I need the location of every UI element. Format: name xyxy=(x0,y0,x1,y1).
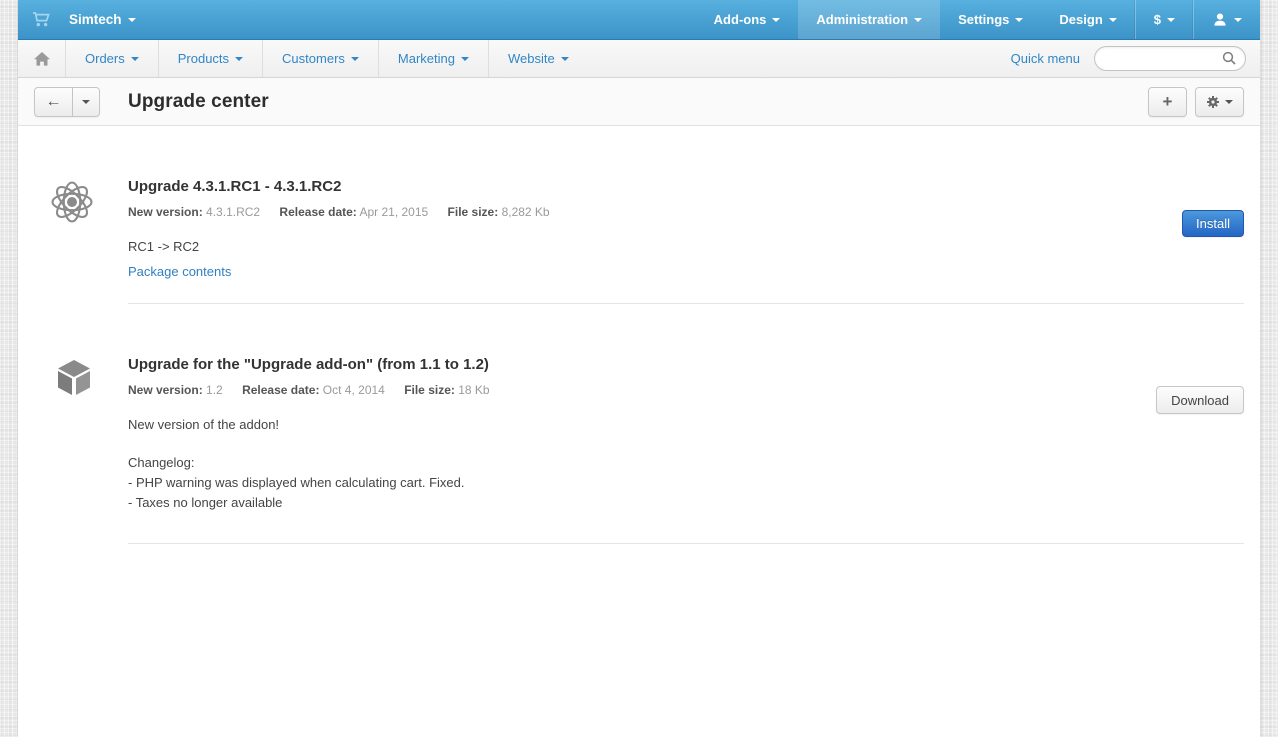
user-menu[interactable] xyxy=(1193,0,1260,39)
atom-icon xyxy=(50,180,94,224)
entry-changelog: Changelog: - PHP warning was displayed w… xyxy=(128,453,1156,513)
settings-button[interactable] xyxy=(1195,87,1244,117)
topnav-item-label: Settings xyxy=(958,12,1009,27)
subnav-item-customers[interactable]: Customers xyxy=(263,40,379,77)
changelog-item: - PHP warning was displayed when calcula… xyxy=(128,473,1156,493)
entry-action-col: Install xyxy=(1182,178,1244,281)
topnav-spacer xyxy=(150,0,696,39)
caret-down-icon xyxy=(131,57,139,61)
upgrade-entry-core: Upgrade 4.3.1.RC1 - 4.3.1.RC2 New versio… xyxy=(34,178,1244,281)
user-icon xyxy=(1212,12,1228,27)
topnav-item-design[interactable]: Design xyxy=(1041,0,1134,39)
entry-action-col: Download xyxy=(1156,356,1244,513)
subnav-item-label: Orders xyxy=(85,51,125,66)
upgrade-entry-addon: Upgrade for the "Upgrade add-on" (from 1… xyxy=(34,356,1244,513)
entry-meta: New version: 1.2 Release date: Oct 4, 20… xyxy=(128,383,1156,397)
add-button[interactable]: + xyxy=(1148,87,1187,117)
topnav-item-addons[interactable]: Add-ons xyxy=(696,0,799,39)
entry-icon-col xyxy=(34,356,128,513)
caret-down-icon xyxy=(1225,100,1233,104)
currency-label: $ xyxy=(1154,12,1161,27)
cart-icon xyxy=(32,11,51,28)
gear-icon xyxy=(1206,95,1220,109)
cube-icon xyxy=(50,358,94,398)
changelog-title: Changelog: xyxy=(128,453,1156,473)
caret-down-icon xyxy=(461,57,469,61)
caret-down-icon xyxy=(235,57,243,61)
entry-body: Upgrade 4.3.1.RC1 - 4.3.1.RC2 New versio… xyxy=(128,178,1182,281)
entry-description: RC1 -> RC2 xyxy=(128,237,1182,257)
home-icon xyxy=(34,52,50,66)
search-icon xyxy=(1222,51,1237,71)
upgrade-list: Upgrade 4.3.1.RC1 - 4.3.1.RC2 New versio… xyxy=(18,126,1260,544)
entry-body: Upgrade for the "Upgrade add-on" (from 1… xyxy=(128,356,1156,513)
subnav-item-label: Marketing xyxy=(398,51,455,66)
page-container: Simtech Add-ons Administration Settings … xyxy=(18,0,1260,737)
meta-release-date: Release date: Oct 4, 2014 xyxy=(242,383,388,397)
main-panel: ← Upgrade center + xyxy=(18,78,1260,737)
package-contents-link[interactable]: Package contents xyxy=(128,264,231,279)
page-title: Upgrade center xyxy=(128,91,269,113)
entry-icon-col xyxy=(34,178,128,281)
entry-meta: New version: 4.3.1.RC2 Release date: Apr… xyxy=(128,205,1182,219)
topnav-item-label: Add-ons xyxy=(714,12,767,27)
download-button[interactable]: Download xyxy=(1156,386,1244,414)
currency-menu[interactable]: $ xyxy=(1135,0,1193,39)
subnav-item-label: Website xyxy=(508,51,555,66)
home-button[interactable] xyxy=(18,40,66,77)
back-button-group: ← xyxy=(34,87,100,117)
caret-down-icon xyxy=(1234,18,1242,22)
divider xyxy=(128,543,1244,544)
entry-title: Upgrade 4.3.1.RC1 - 4.3.1.RC2 xyxy=(128,178,1182,195)
quick-menu-link[interactable]: Quick menu xyxy=(1011,51,1080,66)
entry-title: Upgrade for the "Upgrade add-on" (from 1… xyxy=(128,356,1156,373)
page-header: ← Upgrade center + xyxy=(18,78,1260,126)
subnav-right: Quick menu xyxy=(1011,40,1260,77)
changelog-item: - Taxes no longer available xyxy=(128,493,1156,513)
install-button[interactable]: Install xyxy=(1182,210,1244,237)
caret-down-icon xyxy=(1167,18,1175,22)
secondary-navbar: Orders Products Customers Marketing Webs… xyxy=(18,40,1260,78)
topnav-item-label: Administration xyxy=(816,12,908,27)
caret-down-icon xyxy=(351,57,359,61)
meta-release-date: Release date: Apr 21, 2015 xyxy=(279,205,431,219)
subnav-item-website[interactable]: Website xyxy=(489,40,588,77)
subnav-item-products[interactable]: Products xyxy=(159,40,263,77)
topnav-item-settings[interactable]: Settings xyxy=(940,0,1041,39)
caret-down-icon xyxy=(1015,18,1023,22)
divider xyxy=(128,303,1244,304)
back-dropdown-button[interactable] xyxy=(73,87,100,117)
subnav-item-marketing[interactable]: Marketing xyxy=(379,40,489,77)
meta-file-size: File size: 8,282 Kb xyxy=(448,205,550,219)
caret-down-icon xyxy=(1109,18,1117,22)
subnav-item-label: Customers xyxy=(282,51,345,66)
subnav-item-orders[interactable]: Orders xyxy=(66,40,159,77)
back-arrow-icon: ← xyxy=(46,93,62,111)
meta-new-version: New version: 1.2 xyxy=(128,383,226,397)
top-navbar: Simtech Add-ons Administration Settings … xyxy=(18,0,1260,40)
meta-file-size: File size: 18 Kb xyxy=(404,383,489,397)
entry-description: New version of the addon! xyxy=(128,415,1156,435)
brand-menu[interactable]: Simtech xyxy=(18,0,150,39)
back-button[interactable]: ← xyxy=(34,87,73,117)
topnav-item-administration[interactable]: Administration xyxy=(798,0,940,39)
brand-label: Simtech xyxy=(69,12,122,27)
caret-down-icon xyxy=(772,18,780,22)
search-box xyxy=(1094,46,1246,71)
caret-down-icon xyxy=(128,18,136,22)
caret-down-icon xyxy=(82,100,90,104)
meta-new-version: New version: 4.3.1.RC2 xyxy=(128,205,263,219)
subnav-item-label: Products xyxy=(178,51,229,66)
header-actions: + xyxy=(1148,87,1244,117)
caret-down-icon xyxy=(914,18,922,22)
caret-down-icon xyxy=(561,57,569,61)
plus-icon: + xyxy=(1163,92,1173,112)
topnav-item-label: Design xyxy=(1059,12,1102,27)
